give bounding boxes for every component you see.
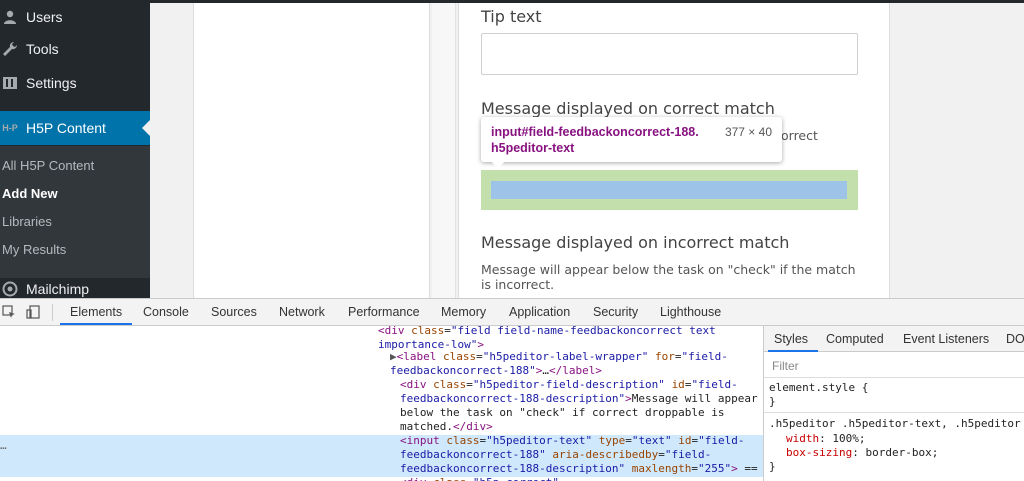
tab-security[interactable]: Security bbox=[593, 305, 638, 319]
dom-node-description-div[interactable]: <div class="h5peditor-field-description"… bbox=[400, 378, 758, 434]
tab-dom-breakpoints[interactable]: DOI bbox=[1006, 332, 1024, 346]
wrench-icon bbox=[0, 39, 20, 59]
tab-memory[interactable]: Memory bbox=[441, 305, 486, 319]
tooltip-arrow bbox=[491, 161, 505, 169]
dom-node-next-partial[interactable]: <div class="h5p-correct" bbox=[400, 476, 559, 481]
submenu-all-h5p-content[interactable]: All H5P Content bbox=[2, 158, 94, 173]
tip-text-input[interactable] bbox=[481, 33, 858, 75]
device-toolbar-icon[interactable] bbox=[26, 305, 40, 319]
active-styles-tab-indicator bbox=[768, 350, 818, 352]
submenu-my-results[interactable]: My Results bbox=[2, 242, 66, 257]
tab-application[interactable]: Application bbox=[509, 305, 570, 319]
submenu-add-new[interactable]: Add New bbox=[2, 186, 58, 201]
sidebar-item-users[interactable]: Users bbox=[0, 0, 150, 34]
wp-admin-sidebar: Users Tools Settings H-P H5P Content All… bbox=[0, 0, 150, 298]
h5p-icon: H-P bbox=[2, 123, 18, 133]
mailchimp-icon bbox=[0, 279, 20, 299]
styles-pane: Styles Computed Event Listeners DOI Filt… bbox=[763, 326, 1024, 481]
settings-icon bbox=[0, 73, 20, 93]
css-property-box-sizing[interactable]: box-sizing: border-box; bbox=[786, 446, 938, 460]
correct-match-description: orrect bbox=[781, 128, 818, 143]
incorrect-match-label: Message displayed on incorrect match bbox=[481, 233, 790, 252]
tooltip-class: h5peditor-text bbox=[491, 141, 575, 155]
dom-node-label[interactable]: ▶<label class="h5peditor-label-wrapper" … bbox=[390, 350, 728, 378]
dom-node-div-partial[interactable]: <div class="field field-name-feedbackonc… bbox=[378, 324, 716, 352]
h5p-submenu: All H5P Content Add New Libraries My Res… bbox=[0, 146, 150, 278]
devtools-tab-bar: Elements Console Sources Network Perform… bbox=[0, 299, 1024, 326]
tab-elements[interactable]: Elements bbox=[70, 305, 122, 319]
feedback-correct-input-content-highlight bbox=[491, 181, 847, 199]
active-tab-indicator bbox=[60, 323, 132, 325]
tab-computed[interactable]: Computed bbox=[826, 332, 884, 346]
sidebar-item-tools[interactable]: Tools bbox=[0, 32, 150, 66]
css-rule-close: } bbox=[769, 460, 776, 473]
element-style-close: } bbox=[769, 395, 776, 408]
inspect-element-icon[interactable] bbox=[2, 305, 16, 319]
css-property-width[interactable]: width: 100%; bbox=[786, 432, 866, 446]
sidebar-item-label: Settings bbox=[26, 75, 77, 91]
tab-performance[interactable]: Performance bbox=[348, 305, 420, 319]
tab-sources[interactable]: Sources bbox=[211, 305, 257, 319]
sidebar-item-label: Mailchimp bbox=[26, 281, 90, 297]
editor-left-column bbox=[193, 3, 430, 298]
styles-tab-bar: Styles Computed Event Listeners DOI bbox=[764, 326, 1024, 352]
users-icon bbox=[0, 7, 20, 27]
incorrect-match-description: Message will appear below the task on "c… bbox=[481, 262, 856, 292]
divider bbox=[764, 377, 1024, 378]
correct-match-label: Message displayed on correct match bbox=[481, 99, 775, 118]
sidebar-item-h5p-content[interactable]: H-P H5P Content bbox=[0, 111, 150, 145]
selected-node-marker: … bbox=[0, 439, 7, 452]
sidebar-item-label: H5P Content bbox=[26, 120, 106, 136]
styles-filter-input[interactable]: Filter bbox=[772, 359, 799, 373]
tab-console[interactable]: Console bbox=[143, 305, 189, 319]
element-style-selector[interactable]: element.style { bbox=[769, 381, 868, 395]
inspect-tooltip: input#field-feedbackoncorrect-188. h5ped… bbox=[481, 117, 782, 162]
tab-network[interactable]: Network bbox=[279, 305, 325, 319]
sidebar-item-label: Tools bbox=[26, 41, 59, 57]
toolbar-separator bbox=[52, 304, 53, 321]
dom-node-input-selected[interactable]: <input class="h5peditor-text" type="text… bbox=[400, 434, 764, 476]
devtools-panel: Elements Console Sources Network Perform… bbox=[0, 298, 1024, 481]
tooltip-dimensions: 377 × 40 bbox=[724, 125, 772, 139]
divider bbox=[764, 412, 1024, 413]
css-rule-selector[interactable]: .h5peditor .h5peditor-text, .h5peditor bbox=[769, 417, 1021, 431]
tab-styles[interactable]: Styles bbox=[774, 332, 808, 346]
sidebar-item-settings[interactable]: Settings bbox=[0, 66, 150, 100]
tab-event-listeners[interactable]: Event Listeners bbox=[903, 332, 989, 346]
tip-text-label: Tip text bbox=[481, 7, 542, 26]
sidebar-item-label: Users bbox=[26, 9, 63, 25]
tooltip-tag: input bbox=[491, 125, 522, 139]
tooltip-id: #field-feedbackoncorrect-188. bbox=[521, 125, 699, 139]
submenu-libraries[interactable]: Libraries bbox=[2, 214, 52, 229]
editor-divider bbox=[432, 3, 456, 298]
screen: Users Tools Settings H-P H5P Content All… bbox=[0, 0, 1024, 481]
tab-lighthouse[interactable]: Lighthouse bbox=[660, 305, 721, 319]
